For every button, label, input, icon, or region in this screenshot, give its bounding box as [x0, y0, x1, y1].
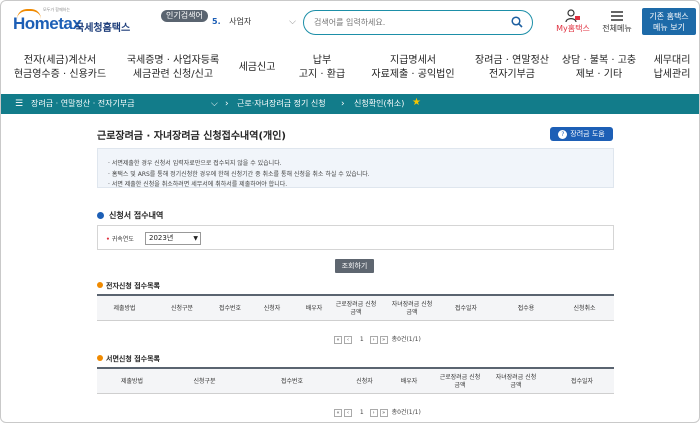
- old-hometax-line1: 기존 홈택스: [649, 12, 689, 21]
- logo-brand: 국세청홈택스: [75, 23, 131, 34]
- notice-line: · 홈택스 및 ARS를 통해 정기신청한 경우에 한해 신청기간 중 취소를 …: [108, 171, 370, 178]
- global-nav: 전자(세금)계산서 현금영수증 · 신용카드 국세증명 · 사업자등록 세금관련 신…: [1, 49, 699, 91]
- page-number[interactable]: 1: [360, 336, 364, 343]
- section-bullet-icon: [97, 212, 104, 219]
- paper-list-title: 서면신청 접수목록: [97, 354, 160, 364]
- first-page-button[interactable]: «: [334, 335, 342, 344]
- all-menu-label: 전체메뉴: [602, 24, 632, 33]
- pager-count: 총0건(1/1): [391, 336, 421, 343]
- logo-slogan: 모두가 함께하는: [43, 7, 71, 12]
- page-title: 근로장려금 · 자녀장려금 신청접수내역(개인): [97, 131, 286, 142]
- notice-line: · 서면제출한 경우 신청서 입력자료만으로 접수되지 않을 수 있습니다.: [108, 160, 282, 167]
- column-header: 신청취소: [573, 305, 596, 312]
- top-header: 모두가 함께하는 Hometax 국세청홈택스 인기검색어 5. 사업자 ⌵ M…: [1, 1, 699, 41]
- electronic-list-title: 전자신청 접수목록: [97, 281, 160, 291]
- favorite-star-icon[interactable]: ★: [412, 97, 421, 108]
- column-header: 신청구분: [193, 378, 216, 385]
- column-header: 신청자: [356, 378, 373, 385]
- gnb-item-certificate[interactable]: 국세증명 · 사업자등록 세금관련 신청/신고: [119, 49, 227, 91]
- gnb-item-incentive[interactable]: 장려금 · 연말정산 전자기부금: [469, 49, 555, 91]
- breadcrumb-level3[interactable]: 신청확인(취소): [354, 94, 404, 114]
- column-header: 근로장려금 신청금액: [439, 374, 481, 389]
- paper-list-table: 제출방법 신청구분 접수번호 신청자 배우자 근로장려금 신청금액 자녀장려금 …: [97, 367, 614, 407]
- popular-search-badge: 인기검색어: [161, 10, 208, 22]
- prev-page-button[interactable]: ‹: [344, 335, 352, 344]
- hometax-logo[interactable]: 모두가 함께하는 Hometax 국세청홈택스: [13, 7, 131, 37]
- notice-line: · 서면 제출한 신청을 취소하려면 세무서에 취하서를 제출하여야 합니다.: [108, 181, 288, 188]
- next-page-button[interactable]: ›: [369, 335, 378, 344]
- breadcrumb-menu-icon[interactable]: ☰: [15, 94, 23, 114]
- column-header: 제출방법: [120, 378, 144, 385]
- column-header: 배우자: [305, 305, 323, 312]
- last-page-button[interactable]: »: [379, 408, 388, 417]
- popular-term: 사업자: [229, 17, 252, 26]
- chevron-right-icon: ›: [341, 99, 345, 109]
- column-header: 자녀장려금 신청금액: [495, 374, 537, 389]
- chevron-right-icon: ›: [225, 99, 229, 109]
- my-hometax-label: My홈택스: [556, 24, 590, 33]
- chevron-down-icon[interactable]: ⌵: [211, 94, 218, 114]
- first-page-button[interactable]: «: [334, 408, 342, 417]
- all-menu-button[interactable]: 전체메뉴: [597, 9, 637, 37]
- column-header: 접수번호: [280, 378, 304, 385]
- filter-label: • 귀속연도: [106, 236, 134, 243]
- column-header: 접수일자: [454, 305, 478, 312]
- column-header: 자녀장려금 신청금액: [391, 301, 433, 316]
- gnb-item-agent[interactable]: 세무대리 납세관리: [643, 49, 699, 91]
- electronic-list-table: 제출방법 신청구분 접수번호 신청자 배우자 근로장려금 신청금액 자녀장려금 …: [97, 294, 614, 334]
- gnb-item-statement[interactable]: 지급명세서 자료제출 · 공익법인: [357, 49, 469, 91]
- search-icon[interactable]: [511, 16, 523, 28]
- table-row: [97, 320, 614, 334]
- query-button[interactable]: 조회하기: [335, 259, 374, 273]
- search-input[interactable]: [314, 15, 504, 30]
- gnb-item-consult[interactable]: 상담 · 불복 · 고충 제보 · 기타: [555, 49, 643, 91]
- old-hometax-button[interactable]: 기존 홈택스 메뉴 보기: [642, 8, 696, 35]
- gnb-item-einvoice[interactable]: 전자(세금)계산서 현금영수증 · 신용카드: [1, 49, 119, 91]
- sub-bullet-icon: [97, 355, 103, 361]
- breadcrumb: ☰ 장려금 · 연말정산 · 전자기부금 ⌵ › 근로·자녀장려금 정기 신청 …: [1, 94, 699, 114]
- column-header: 접수일자: [570, 378, 594, 385]
- year-select[interactable]: 2023년 ▼: [145, 232, 201, 245]
- popular-rank: 5.: [212, 17, 221, 26]
- gnb-item-tax-return[interactable]: 세금신고: [227, 49, 287, 91]
- chevron-down-icon: ⌵: [289, 17, 296, 27]
- breadcrumb-level2[interactable]: 근로·자녀장려금 정기 신청: [237, 94, 326, 114]
- search-box: [303, 10, 533, 35]
- prev-page-button[interactable]: ‹: [344, 408, 352, 417]
- hometax-window: 모두가 함께하는 Hometax 국세청홈택스 인기검색어 5. 사업자 ⌵ M…: [0, 0, 700, 423]
- chevron-down-icon: ▼: [193, 235, 198, 242]
- filter-panel: • 귀속연도 2023년 ▼: [97, 225, 614, 250]
- logo-text: Hometax: [13, 14, 82, 33]
- hamburger-icon: [611, 11, 623, 21]
- pager-count: 총0건(1/1): [391, 409, 421, 416]
- sub-bullet-icon: [97, 282, 103, 288]
- my-hometax-button[interactable]: My홈택스: [553, 9, 593, 37]
- last-page-button[interactable]: »: [379, 335, 388, 344]
- column-header: 접수용: [517, 305, 535, 312]
- column-header: 제출방법: [113, 305, 136, 312]
- table-row: [97, 393, 614, 407]
- pagination: «‹ 1 ›» 총0건(1/1): [334, 407, 421, 417]
- old-hometax-line2: 메뉴 보기: [653, 23, 685, 32]
- breadcrumb-level1[interactable]: 장려금 · 연말정산 · 전자기부금: [31, 94, 135, 114]
- pagination: «‹ 1 ›» 총0건(1/1): [334, 334, 421, 344]
- help-icon: ?: [558, 129, 568, 139]
- help-button[interactable]: ? 장려금 도움: [550, 127, 613, 141]
- popular-search-dropdown[interactable]: 5. 사업자 ⌵: [212, 14, 298, 30]
- user-lock-icon: [565, 9, 580, 23]
- gnb-item-payment[interactable]: 납부 고지 · 환급: [287, 49, 357, 91]
- notice-box: · 서면제출한 경우 신청서 입력자료만으로 접수되지 않을 수 있습니다. ·…: [97, 148, 614, 188]
- column-header: 근로장려금 신청금액: [335, 301, 377, 316]
- column-header: 배우자: [400, 378, 418, 385]
- page-number[interactable]: 1: [360, 409, 364, 416]
- section-title: 신청서 접수내역: [97, 210, 163, 221]
- column-header: 신청구분: [170, 305, 194, 312]
- next-page-button[interactable]: ›: [369, 408, 378, 417]
